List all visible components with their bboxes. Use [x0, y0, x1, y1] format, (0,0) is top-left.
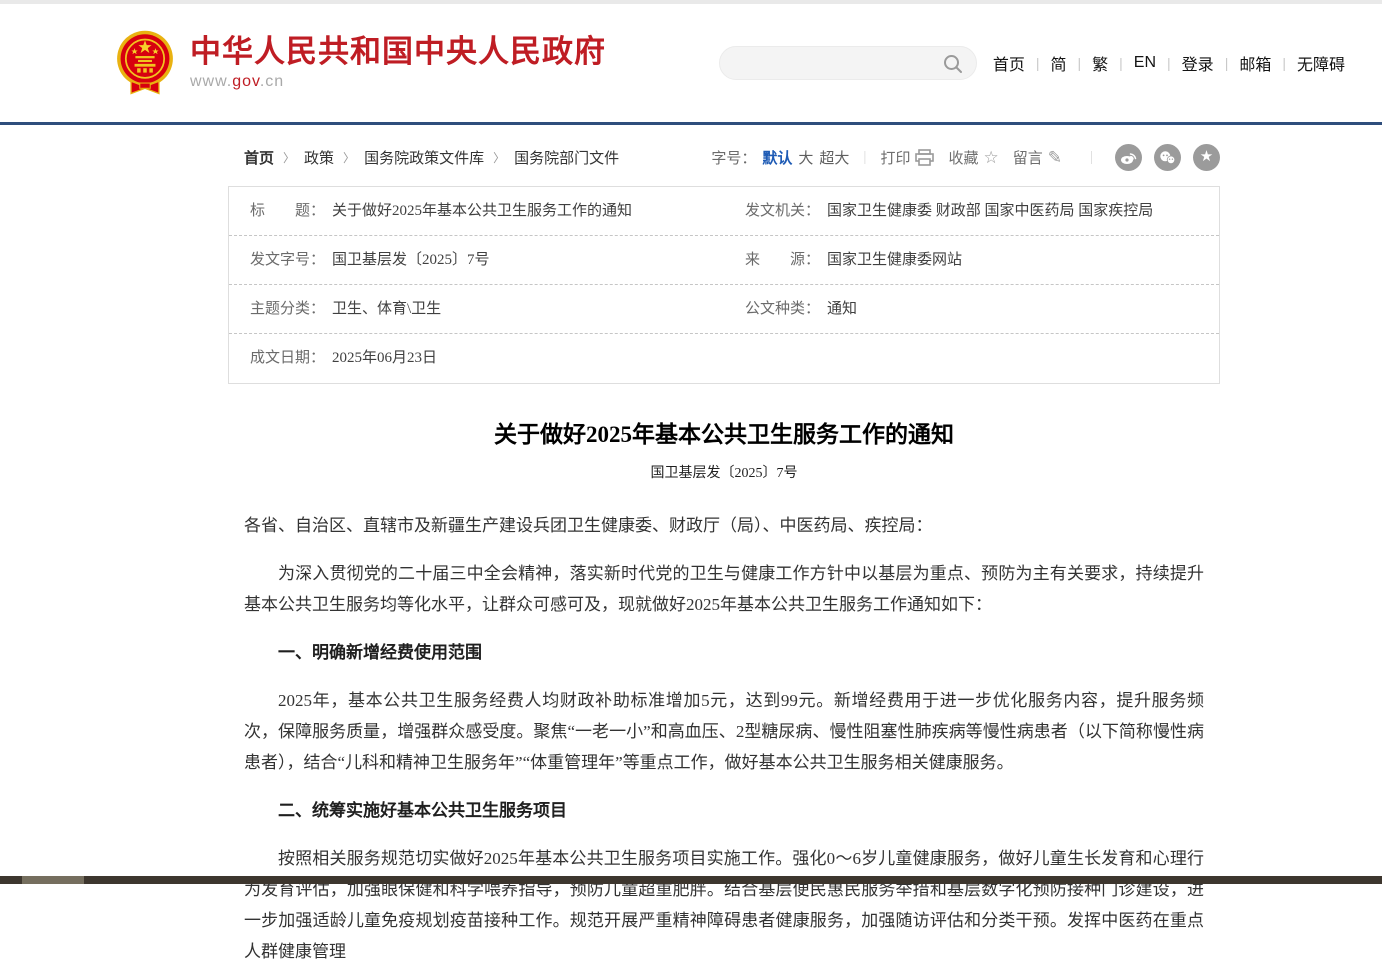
breadcrumb-item-3[interactable]: 国务院政策文件库 [364, 147, 484, 168]
print-label: 打印 [880, 147, 910, 168]
meta-cell: 成文日期： 2025年06月23日 [229, 335, 724, 382]
meta-cell: 来 源： 国家卫生健康委网站 [724, 237, 1219, 284]
nav-link-3[interactable]: 繁 [1092, 51, 1108, 75]
nav-separator: | [1282, 55, 1286, 71]
bottom-scrollbar-thumb[interactable] [22, 876, 84, 884]
nav-separator: | [1036, 55, 1040, 71]
breadcrumb-item-1[interactable]: 首页 [244, 147, 274, 168]
header-right: 首页 | 简 | 繁 | EN | 登录 | 邮箱 | 无障碍 [719, 46, 1345, 80]
wechat-icon [1159, 150, 1176, 165]
meta-label: 来 源： [745, 250, 820, 271]
meta-row-3: 主题分类： 卫生、体育\卫生 公文种类： 通知 [229, 285, 1219, 334]
meta-cell: 发文机关： 国家卫生健康委 财政部 国家中医药局 国家疾控局 [724, 188, 1219, 235]
page-content: 首页〉政策〉国务院政策文件库〉国务院部门文件 字号： 默认大超大 | 打印 收藏… [228, 125, 1220, 967]
meta-label: 主题分类： [250, 299, 325, 320]
meta-value: 国卫基层发〔2025〕7号 [332, 250, 490, 271]
meta-cell: 发文字号： 国卫基层发〔2025〕7号 [229, 237, 724, 284]
share-wechat-icon[interactable] [1154, 144, 1181, 171]
article-para-6: 按照相关服务规范切实做好2025年基本公共卫生服务项目实施工作。强化0～6岁儿童… [244, 843, 1204, 967]
font-size-options: 默认大超大 [756, 147, 849, 168]
nav-link-2[interactable]: 简 [1050, 51, 1066, 75]
nav-separator: | [1225, 55, 1229, 71]
meta-cell: 标 题： 关于做好2025年基本公共卫生服务工作的通知 [229, 188, 724, 235]
breadcrumb-item-2[interactable]: 政策 [304, 147, 334, 168]
meta-label: 发文字号： [250, 250, 325, 271]
print-button[interactable]: 打印 [880, 147, 934, 168]
favorite-label: 收藏 [948, 147, 978, 168]
nav-separator: | [1119, 55, 1123, 71]
meta-value: 国家卫生健康委网站 [827, 250, 962, 271]
weibo-icon [1120, 150, 1137, 165]
nav-link-5[interactable]: 登录 [1182, 51, 1214, 75]
document-meta-table: 标 题： 关于做好2025年基本公共卫生服务工作的通知 发文机关： 国家卫生健康委 财… [228, 186, 1220, 384]
meta-row-4: 成文日期： 2025年06月23日 [229, 334, 1219, 383]
crumb-toolbar-row: 首页〉政策〉国务院政策文件库〉国务院部门文件 字号： 默认大超大 | 打印 收藏… [228, 125, 1220, 186]
pencil-icon: ✎ [1048, 149, 1062, 166]
site-url: www.gov.cn [190, 73, 606, 91]
star-icon: ☆ [983, 149, 998, 166]
national-emblem-icon [113, 29, 177, 97]
breadcrumb-item-4[interactable]: 国务院部门文件 [514, 147, 619, 168]
nav-link-7[interactable]: 无障碍 [1297, 51, 1345, 75]
font-size-option-2[interactable]: 大 [798, 151, 813, 167]
site-url-gov: gov [232, 73, 260, 90]
article-para-2: 为深入贯彻党的二十届三中全会精神，落实新时代党的卫生与健康工作方针中以基层为重点… [244, 558, 1204, 620]
favorite-button[interactable]: 收藏 ☆ [948, 147, 998, 168]
search-box[interactable] [719, 46, 977, 80]
site-title: 中华人民共和国中央人民政府 [190, 35, 606, 69]
site-url-cn: .cn [260, 73, 284, 90]
breadcrumb: 首页〉政策〉国务院政策文件库〉国务院部门文件 [244, 147, 619, 168]
nav-link-1[interactable]: 首页 [993, 51, 1025, 75]
font-size-option-3[interactable]: 超大 [819, 151, 849, 167]
meta-value: 2025年06月23日 [332, 348, 437, 369]
breadcrumb-separator: 〉 [283, 149, 295, 166]
document-number: 国卫基层发〔2025〕7号 [244, 462, 1204, 482]
nav-link-4[interactable]: EN [1134, 54, 1156, 72]
site-logo-text: 中华人民共和国中央人民政府 www.gov.cn [190, 35, 606, 91]
site-header: 中华人民共和国中央人民政府 www.gov.cn 首页 | 简 | 繁 | EN | 登录 | 邮箱… [0, 4, 1382, 122]
toolbar-separator: | [1090, 149, 1093, 166]
article-para-4: 2025年，基本公共卫生服务经费人均财政补助标准增加5元，达到99元。新增经费用… [244, 685, 1204, 778]
article-salutation-1: 各省、自治区、直辖市及新疆生产建设兵团卫生健康委、财政厅（局）、中医药局、疾控局… [244, 510, 1204, 541]
nav-separator: | [1167, 55, 1171, 71]
meta-label: 成文日期： [250, 348, 325, 369]
comment-button[interactable]: 留言 ✎ [1013, 147, 1062, 168]
printer-icon [915, 149, 934, 166]
site-url-www: www. [190, 73, 232, 90]
meta-row-2: 发文字号： 国卫基层发〔2025〕7号 来 源： 国家卫生健康委网站 [229, 236, 1219, 285]
font-size-option-1[interactable]: 默认 [762, 151, 792, 167]
meta-value: 卫生、体育\卫生 [332, 299, 441, 320]
breadcrumb-separator: 〉 [343, 149, 355, 166]
search-icon[interactable] [942, 53, 964, 75]
site-logo[interactable]: 中华人民共和国中央人民政府 www.gov.cn [113, 29, 606, 97]
nav-separator: | [1078, 55, 1082, 71]
meta-cell: 公文种类： 通知 [724, 286, 1219, 333]
meta-label: 公文种类： [745, 299, 820, 320]
article-title: 关于做好2025年基本公共卫生服务工作的通知 [244, 420, 1204, 450]
article-heading-5: 二、统筹实施好基本公共卫生服务项目 [244, 795, 1204, 826]
meta-label: 标 题： [250, 201, 325, 222]
article-heading-3: 一、明确新增经费使用范围 [244, 637, 1204, 668]
meta-row-1: 标 题： 关于做好2025年基本公共卫生服务工作的通知 发文机关： 国家卫生健康委 财… [229, 187, 1219, 236]
qzone-icon: ★ [1200, 149, 1213, 166]
bottom-scrollbar[interactable] [0, 876, 1382, 884]
header-nav: 首页 | 简 | 繁 | EN | 登录 | 邮箱 | 无障碍 [993, 51, 1345, 75]
article-paragraphs: 各省、自治区、直辖市及新疆生产建设兵团卫生健康委、财政厅（局）、中医药局、疾控局… [244, 510, 1204, 967]
toolbar-separator: | [863, 149, 866, 166]
meta-label: 发文机关： [745, 201, 820, 222]
meta-cell: 主题分类： 卫生、体育\卫生 [229, 286, 724, 333]
search-input[interactable] [720, 47, 976, 79]
meta-value: 国家卫生健康委 财政部 国家中医药局 国家疾控局 [827, 201, 1153, 222]
comment-label: 留言 [1013, 147, 1043, 168]
breadcrumb-separator: 〉 [493, 149, 505, 166]
meta-value: 通知 [827, 299, 857, 320]
nav-link-6[interactable]: 邮箱 [1239, 51, 1271, 75]
share-weibo-icon[interactable] [1115, 144, 1142, 171]
article-toolbar: 字号： 默认大超大 | 打印 收藏 ☆ 留言 ✎ | ★ [711, 144, 1220, 171]
font-size-label: 字号： [711, 147, 756, 168]
share-qzone-icon[interactable]: ★ [1193, 144, 1220, 171]
meta-value: 关于做好2025年基本公共卫生服务工作的通知 [332, 201, 632, 222]
share-buttons: ★ [1115, 144, 1220, 171]
